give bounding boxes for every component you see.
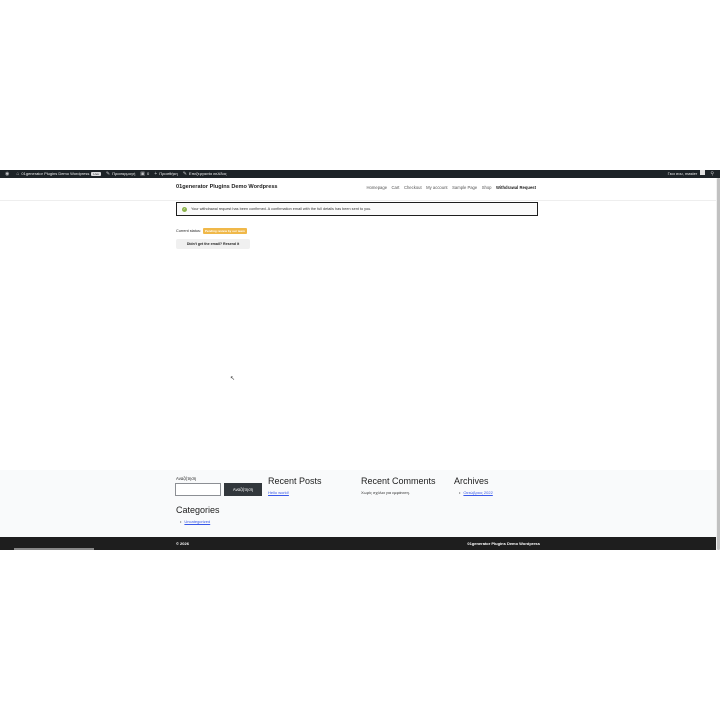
archive-list-item: Οκτώβριος 2022 (459, 490, 492, 495)
nav-item-checkout[interactable]: Checkout (404, 185, 422, 190)
nav-item-sample-page[interactable]: Sample Page (452, 185, 477, 190)
customize-label: Προσαρμογή (112, 171, 136, 176)
nav-item-cart[interactable]: Cart (392, 185, 400, 190)
search-input[interactable] (175, 483, 221, 496)
admin-bar-search[interactable]: ⚲ (710, 170, 716, 178)
footer-widgets: Αναζήτηση Αναζήτηση Recent Posts Hello w… (0, 470, 716, 537)
nav-item-shop[interactable]: Shop (482, 185, 492, 190)
footer-site-title[interactable]: 01generator Plugins Demo Wordpress (467, 541, 540, 546)
categories-title: Categories (176, 505, 220, 515)
plus-icon: + (154, 171, 158, 177)
comments-count: 0 (147, 171, 150, 176)
admin-bar-new[interactable]: + Προσθήκη (154, 170, 177, 178)
wp-logo-item[interactable]: ◉ (5, 170, 11, 178)
admin-bar-site-name[interactable]: ⌂ 01generator Plugins Demo Wordpress Liv… (16, 170, 101, 178)
search-icon: ⚲ (710, 171, 714, 177)
site-footer-bar: © 2026 01generator Plugins Demo Wordpres… (0, 537, 716, 550)
check-icon: ✓ (182, 206, 187, 212)
archive-link[interactable]: Οκτώβριος 2022 (463, 490, 492, 495)
recent-comments-title: Recent Comments (361, 476, 436, 486)
success-notice: ✓ Your withdrawal request has been confi… (176, 202, 538, 216)
admin-bar-customize[interactable]: ✎ Προσαρμογή (106, 170, 135, 178)
archives-title: Archives (454, 476, 489, 486)
category-list-item: Uncategorized (180, 519, 210, 524)
search-button[interactable]: Αναζήτηση (224, 483, 262, 496)
copyright: © 2026 (176, 541, 189, 546)
status-badge: Pending review by our team (202, 228, 247, 234)
status-row: Current status: Pending review by our te… (176, 228, 247, 234)
admin-bar-account[interactable]: Γεια σου, master (668, 170, 706, 178)
avatar (700, 170, 706, 175)
search-label: Αναζήτηση (176, 476, 197, 481)
pencil-icon: ✎ (182, 171, 187, 177)
home-icon: ⌂ (16, 171, 20, 177)
nav-item-withdrawal-request[interactable]: Withdrawal Request (496, 185, 536, 190)
recent-posts-title: Recent Posts (268, 476, 322, 486)
notice-text: Your withdrawal request has been confirm… (191, 207, 372, 211)
mouse-cursor-icon: ↖ (230, 376, 236, 382)
category-link[interactable]: Uncategorized (184, 519, 210, 524)
status-label: Current status: (176, 229, 201, 233)
new-label: Προσθήκη (159, 171, 178, 176)
wordpress-logo-icon: ◉ (5, 171, 10, 177)
site-header: 01generator Plugins Demo Wordpress Homep… (0, 178, 716, 201)
page-scrollbar-thumb[interactable] (716, 178, 720, 550)
nav-item-my-account[interactable]: My account (426, 185, 447, 190)
site-title[interactable]: 01generator Plugins Demo Wordpress (176, 184, 278, 190)
resend-email-button[interactable]: Didn't get the email? Resend it (176, 239, 250, 249)
site-name-label: 01generator Plugins Demo Wordpress (21, 171, 90, 176)
nav-item-homepage[interactable]: Homepage (367, 185, 388, 190)
recent-comments-empty: Χωρίς σχόλια για εμφάνιση. (361, 490, 410, 495)
horizontal-scrollbar-thumb[interactable] (14, 548, 94, 550)
primary-nav: Homepage Cart Checkout My account Sample… (362, 185, 536, 190)
live-badge: Live (91, 172, 101, 176)
comment-icon: ▣ (140, 171, 146, 177)
greeting-label: Γεια σου, master (667, 171, 698, 176)
brush-icon: ✎ (105, 171, 111, 177)
admin-bar: ◉ ⌂ 01generator Plugins Demo Wordpress L… (0, 170, 720, 178)
admin-bar-comments[interactable]: ▣ 0 (140, 170, 149, 178)
admin-bar-edit-page[interactable]: ✎ Επεξεργασία σελίδας (183, 170, 227, 178)
recent-post-link[interactable]: Hello world! (268, 490, 289, 495)
browser-viewport: ◉ ⌂ 01generator Plugins Demo Wordpress L… (0, 170, 720, 550)
edit-page-label: Επεξεργασία σελίδας (188, 171, 227, 176)
